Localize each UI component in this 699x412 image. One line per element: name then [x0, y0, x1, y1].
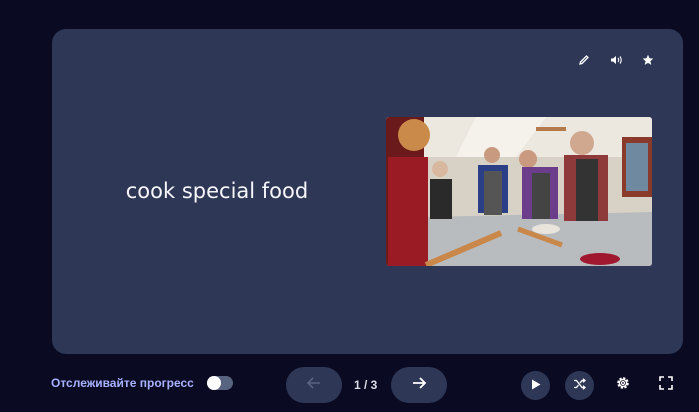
prev-button[interactable]: [286, 367, 342, 403]
pencil-icon[interactable]: [575, 51, 593, 69]
settings-button[interactable]: [613, 375, 633, 395]
next-button[interactable]: [391, 367, 447, 403]
arrow-left-icon: [306, 376, 322, 395]
card-actions: [575, 51, 657, 69]
play-button[interactable]: [521, 371, 550, 400]
star-icon[interactable]: [639, 51, 657, 69]
play-icon: [531, 377, 541, 395]
progress-label: Отслеживайте прогресс: [51, 376, 194, 390]
cooking-class-photo: [386, 117, 652, 266]
fullscreen-button[interactable]: [656, 375, 676, 395]
card-counter: 1 / 3: [354, 378, 378, 392]
fullscreen-icon: [659, 375, 673, 395]
shuffle-button[interactable]: [565, 371, 594, 400]
shuffle-icon: [573, 377, 587, 395]
progress-toggle[interactable]: [207, 376, 233, 390]
speaker-icon[interactable]: [607, 51, 625, 69]
term-text: cook special food: [125, 179, 309, 203]
footer-bar: Отслеживайте прогресс 1 / 3: [0, 354, 699, 412]
flashcard[interactable]: cook special food: [52, 29, 683, 354]
toggle-knob: [207, 376, 221, 390]
gear-icon: [615, 375, 631, 396]
arrow-right-icon: [411, 376, 427, 395]
